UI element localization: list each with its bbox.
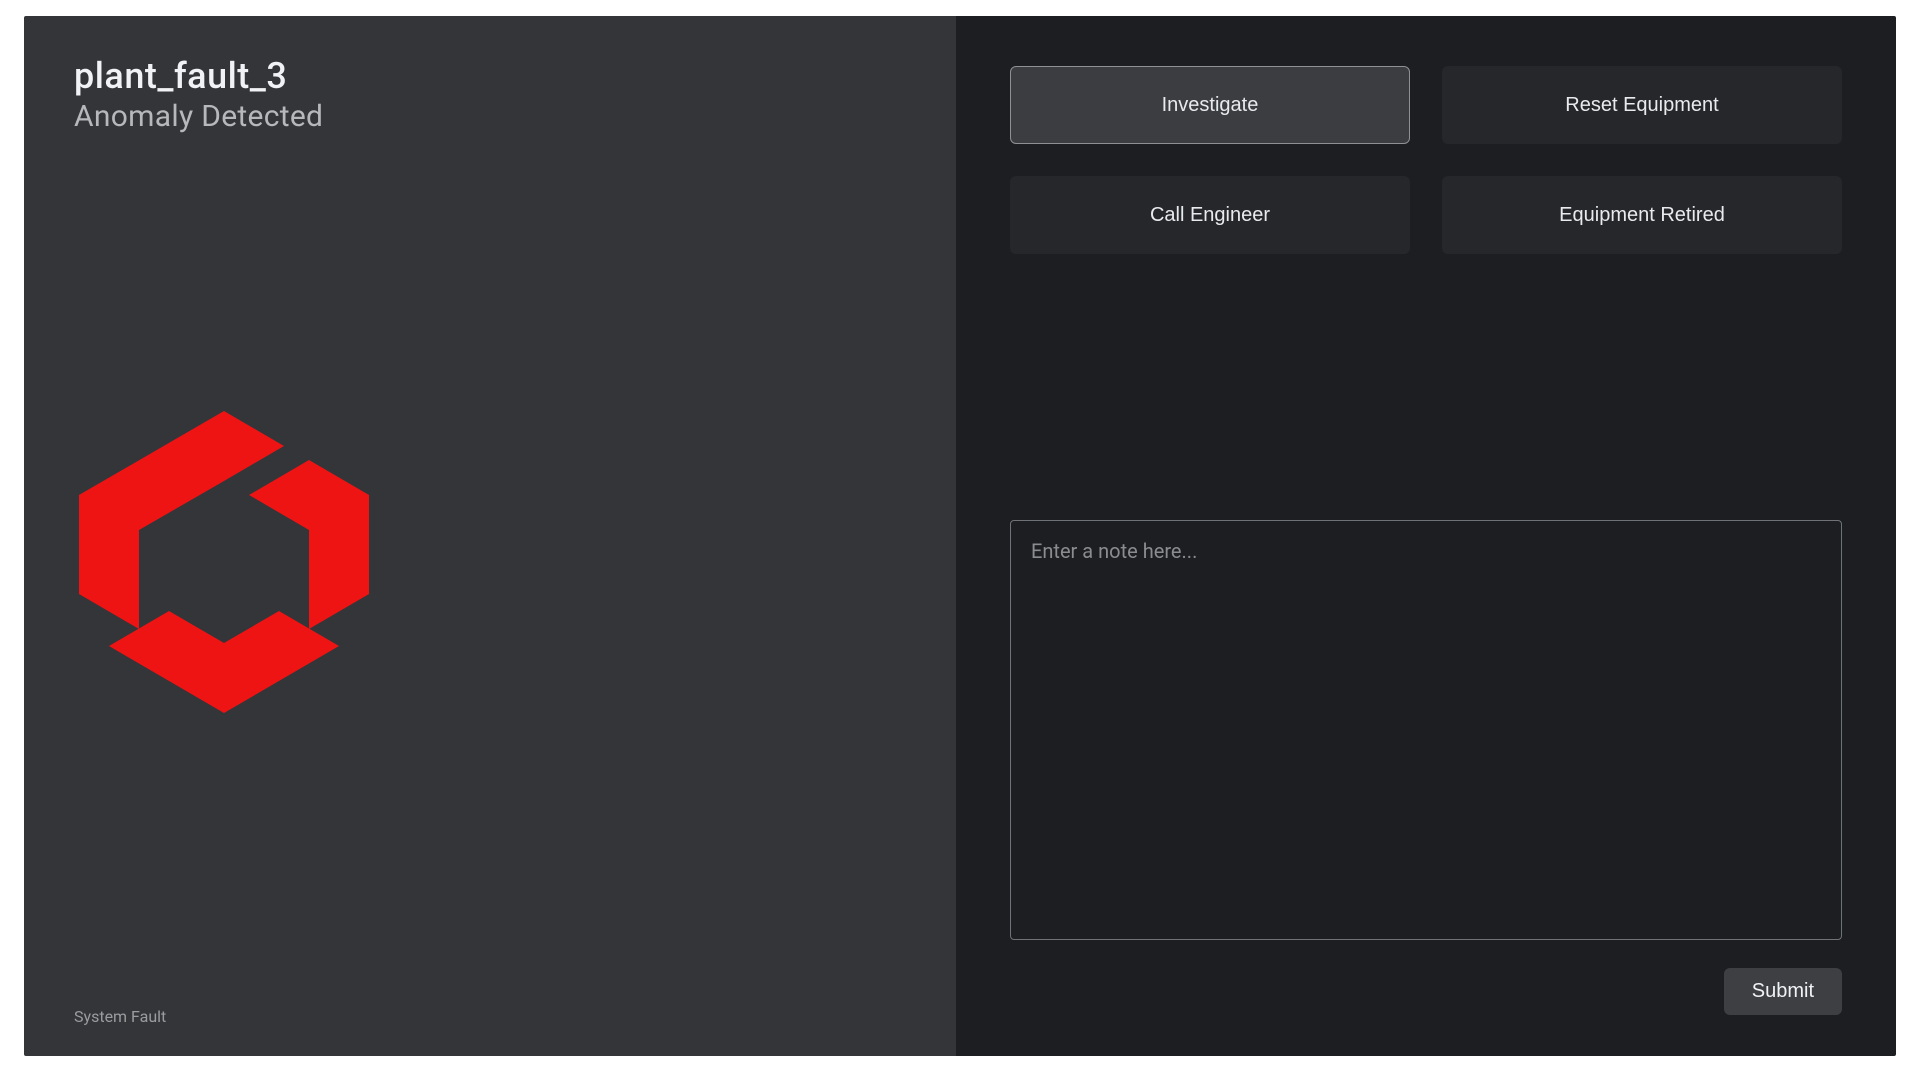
info-panel: plant_fault_3 Anomaly Detected System Fa… [24,16,956,1056]
action-grid: Investigate Reset Equipment Call Enginee… [1010,66,1842,254]
submit-button[interactable]: Submit [1724,968,1842,1015]
footer-label: System Fault [74,1007,166,1026]
fault-title: plant_fault_3 [74,56,906,97]
reset-equipment-button[interactable]: Reset Equipment [1442,66,1842,144]
call-engineer-button[interactable]: Call Engineer [1010,176,1410,254]
note-input[interactable] [1010,520,1842,940]
fault-logo-icon [74,406,374,740]
fault-dialog: plant_fault_3 Anomaly Detected System Fa… [24,16,1896,1056]
action-panel: Investigate Reset Equipment Call Enginee… [956,16,1896,1056]
fault-subtitle: Anomaly Detected [74,99,906,134]
equipment-retired-button[interactable]: Equipment Retired [1442,176,1842,254]
submit-row: Submit [1010,968,1842,1015]
investigate-button[interactable]: Investigate [1010,66,1410,144]
